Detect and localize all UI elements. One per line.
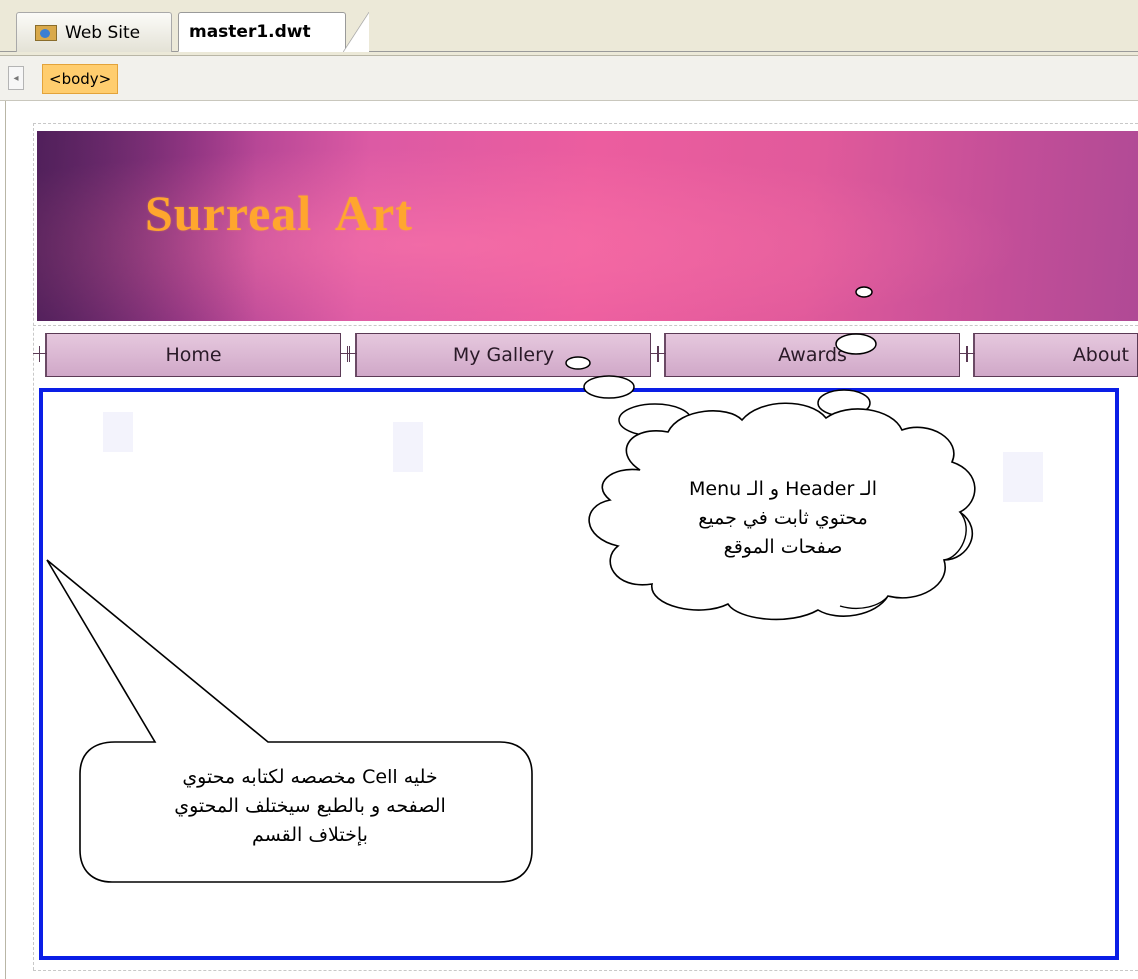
tab-web-site[interactable]: Web Site <box>16 12 172 52</box>
cloud-line-2: محتوي ثابت في جميع <box>698 507 868 529</box>
faint-artifact <box>1003 452 1043 502</box>
quick-tag-selector: ◂ <body> <box>0 56 1138 101</box>
table-guide-top <box>33 123 1138 124</box>
table-guide-left <box>33 123 34 970</box>
speech-callout-text: خليه Cell مخصصه لكتابه محتوي الصفحه و با… <box>90 763 530 850</box>
menu-item-about[interactable]: About <box>961 333 1138 377</box>
menu-item-my-gallery[interactable]: My Gallery <box>343 333 664 377</box>
table-guide-row <box>33 325 1138 326</box>
tab-web-site-label: Web Site <box>65 22 141 43</box>
cloud-callout-text: الـ Header و الـ Menu محتوي ثابت في جميع… <box>618 475 948 562</box>
bubble-line-3: بإختلاف القسم <box>252 824 368 846</box>
cloud-line-1: الـ Header و الـ Menu <box>689 478 877 500</box>
header-banner[interactable]: Surreal Art <box>37 131 1138 321</box>
tab-master-label: master1.dwt <box>189 22 311 42</box>
scroll-left-arrow-icon[interactable]: ◂ <box>8 66 24 90</box>
cloud-line-3: صفحات الموقع <box>723 536 843 558</box>
tab-master-dwt[interactable]: master1.dwt <box>178 12 369 52</box>
site-title: Surreal Art <box>145 185 413 241</box>
bubble-line-1: خليه Cell مخصصه لكتابه محتوي <box>182 766 438 788</box>
menu-item-label: My Gallery <box>452 344 555 366</box>
body-tag-button[interactable]: <body> <box>42 64 119 94</box>
table-guide-bottom <box>33 970 1138 971</box>
faint-artifact <box>393 422 423 472</box>
menu-item-home[interactable]: Home <box>33 333 354 377</box>
menu-item-label: Home <box>165 344 222 366</box>
bubble-line-2: الصفحه و بالطبع سيختلف المحتوي <box>174 795 446 817</box>
website-icon <box>35 24 57 41</box>
menu-item-awards[interactable]: Awards <box>652 333 973 377</box>
content-region-cell[interactable] <box>39 388 1119 960</box>
navigation-menu: Home My Gallery Awards About <box>33 328 1138 380</box>
document-tab-strip: Web Site master1.dwt <box>0 0 1138 56</box>
menu-item-label: About <box>1072 344 1129 366</box>
menu-item-label: Awards <box>778 344 847 366</box>
faint-artifact <box>103 412 133 452</box>
